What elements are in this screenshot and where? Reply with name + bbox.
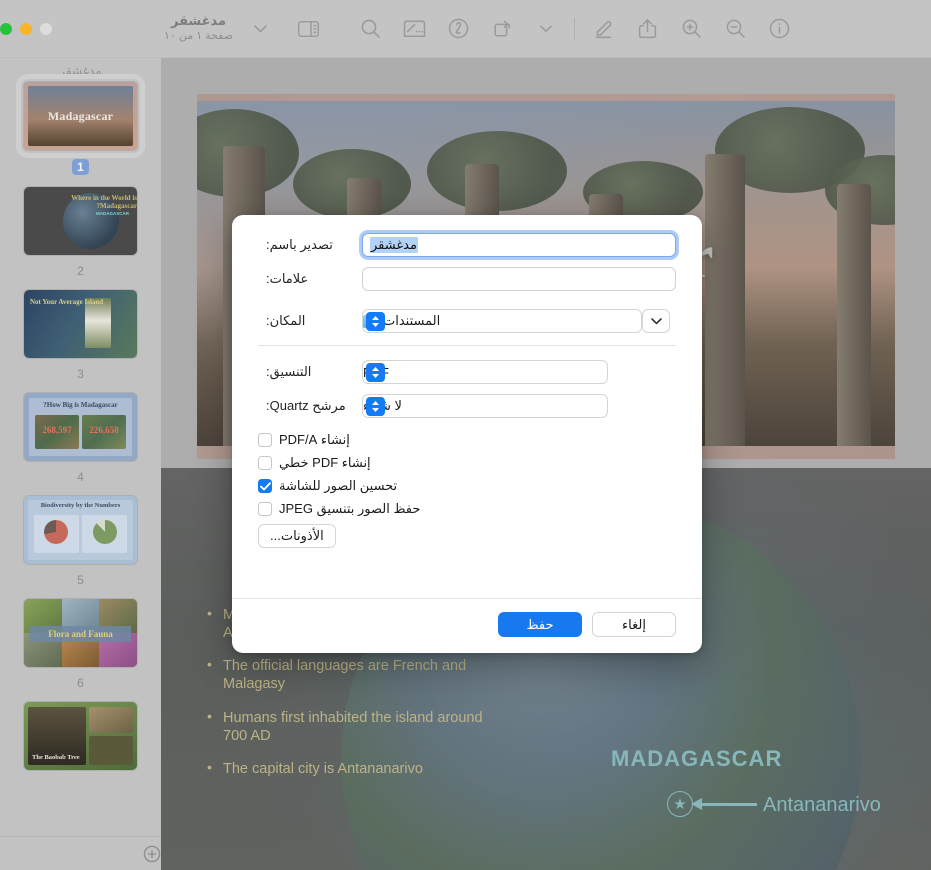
add-page-icon[interactable] — [143, 845, 161, 863]
toolbar: مدغشقر صفحة ١ من ١٠ — [0, 0, 931, 58]
thumbnail-sidebar: مدغشقر Madagascar 1 Where in the World i… — [0, 58, 161, 870]
thumbnail-number: 1 — [72, 159, 89, 175]
window-controls — [0, 0, 160, 58]
save-button[interactable]: حفظ — [498, 612, 582, 637]
thumbnail-slide-title: Madagascar — [47, 108, 114, 123]
expand-browser-button[interactable] — [642, 309, 670, 333]
zoom-in-icon[interactable] — [670, 9, 712, 49]
optimize-images-checkbox[interactable] — [258, 479, 272, 493]
export-as-row: تصدير باسم: مدغشقر — [258, 233, 676, 257]
create-pdfa-label: إنشاء PDF/A — [279, 432, 350, 447]
thumbnail-item-5[interactable]: Biodiversity by the Numbers 5 — [24, 496, 137, 587]
dialog-top-section: تصدير باسم: مدغشقر علامات: المكان: المست… — [232, 215, 702, 548]
thumbnail-preview: Where in the World is Madagascar? MADAGA… — [24, 187, 137, 255]
export-dialog: تصدير باسم: مدغشقر علامات: المكان: المست… — [232, 215, 702, 653]
dialog-footer: حفظ إلغاء — [232, 598, 702, 653]
tags-input[interactable] — [362, 267, 676, 291]
chevron-down-icon[interactable] — [525, 9, 567, 49]
annotate-icon[interactable] — [437, 9, 479, 49]
preview-window: مدغشقر صفحة ١ من ١٠ مدغشقر Madagascar 1 … — [0, 0, 931, 870]
stepper-icon — [366, 363, 385, 382]
thumbnail-slide-title: Flora and Fauna — [48, 629, 113, 639]
thumbnail-number: 5 — [77, 573, 84, 587]
document-title-block: مدغشقر صفحة ١ من ١٠ — [164, 13, 234, 43]
zoom-out-icon[interactable] — [714, 9, 756, 49]
export-as-input[interactable]: مدغشقر — [362, 233, 676, 257]
export-as-label: تصدير باسم: — [266, 237, 333, 252]
thumbnail-slide-title: Biodiversity by the Numbers — [40, 502, 121, 509]
create-linear-pdf-row: إنشاء PDF خطي — [258, 455, 676, 471]
save-jpeg-checkbox[interactable] — [258, 502, 272, 516]
quartz-filter-popup-button[interactable]: لا شيء — [362, 394, 608, 418]
dialog-divider-top — [258, 345, 676, 346]
info-icon[interactable] — [758, 9, 800, 49]
format-row: التنسيق: PDF — [258, 360, 676, 384]
thumbnail-preview: Biodiversity by the Numbers — [24, 496, 137, 564]
cancel-button[interactable]: إلغاء — [592, 612, 676, 637]
format-popup-button[interactable]: PDF — [362, 360, 608, 384]
thumbnail-number: 3 — [77, 367, 84, 381]
toolbar-divider — [574, 17, 576, 40]
thumbnail-preview: Flora and Fauna — [24, 599, 137, 667]
stepper-icon — [366, 397, 385, 416]
page-indicator: صفحة ١ من ١٠ — [164, 30, 234, 43]
traffic-lights — [0, 22, 52, 35]
thumbnail-item-2[interactable]: Where in the World is Madagascar? MADAGA… — [24, 187, 137, 278]
thumbnail-list: Madagascar 1 Where in the World is Madag… — [0, 74, 161, 788]
tags-row: علامات: — [258, 267, 676, 291]
quartz-filter-label: مرشح Quartz: — [266, 398, 346, 413]
thumbnail-item-6[interactable]: Flora and Fauna 6 — [24, 599, 137, 690]
thumbnail-item-7[interactable]: The Baobab Tree — [24, 702, 137, 770]
thumbnail-preview: Madagascar — [16, 74, 145, 158]
optimize-images-row: تحسين الصور للشاشة — [258, 478, 676, 494]
rotate-icon[interactable] — [481, 9, 523, 49]
quartz-filter-row: مرشح Quartz: لا شيء — [258, 394, 676, 418]
document-title-area: مدغشقر صفحة ١ من ١٠ — [160, 0, 339, 58]
highlight-pen-icon[interactable] — [582, 9, 624, 49]
thumbnail-slide-title: Where in the World is Madagascar? — [71, 194, 137, 211]
share-icon[interactable] — [626, 9, 668, 49]
close-window-button[interactable] — [0, 22, 12, 35]
view-chevron-down-icon[interactable] — [239, 9, 281, 49]
thumbnail-slide-title: The Baobab Tree — [32, 754, 80, 761]
search-icon[interactable] — [349, 9, 391, 49]
create-pdfa-row: إنشاء PDF/A — [258, 432, 676, 448]
markup-toolbar-icon[interactable] — [393, 9, 435, 49]
optimize-images-label: تحسين الصور للشاشة — [279, 478, 398, 493]
thumbnail-slide-title: How Big is Madagascar? — [43, 401, 118, 409]
stepper-icon — [366, 312, 385, 331]
location-popup-button[interactable]: المستندات — [362, 309, 642, 333]
thumbnail-item-3[interactable]: Not Your Average Island 3 — [24, 290, 137, 381]
page-title: مدغشقر — [170, 13, 227, 29]
minimize-window-button[interactable] — [20, 22, 32, 35]
create-linear-pdf-label: إنشاء PDF خطي — [279, 455, 371, 470]
thumbnail-slide-title: Not Your Average Island — [30, 298, 104, 306]
tags-label: علامات: — [266, 271, 309, 286]
save-jpeg-row: حفظ الصور بتنسيق JPEG — [258, 501, 676, 517]
thumbnail-preview: The Baobab Tree — [24, 702, 137, 770]
location-row: المكان: المستندات — [258, 309, 676, 333]
sidebar-footer — [0, 836, 161, 870]
location-value: المستندات — [383, 313, 441, 328]
thumbnail-number: 2 — [77, 264, 84, 278]
format-label: التنسيق: — [266, 364, 312, 379]
permissions-row: الأذونات... — [258, 524, 676, 548]
create-pdfa-checkbox[interactable] — [258, 433, 272, 447]
sidebar-toggle-icon[interactable] — [287, 9, 329, 49]
thumbnail-number: 4 — [77, 470, 84, 484]
zoom-window-button[interactable] — [40, 22, 52, 35]
create-linear-pdf-checkbox[interactable] — [258, 456, 272, 470]
location-label: المكان: — [266, 313, 306, 328]
save-jpeg-label: حفظ الصور بتنسيق JPEG — [279, 501, 421, 516]
thumbnail-preview: Not Your Average Island — [24, 290, 137, 358]
thumbnail-number: 6 — [77, 676, 84, 690]
sidebar-title: مدغشقر — [59, 64, 102, 78]
thumbnail-item-4[interactable]: How Big is Madagascar? 268,597 226,658 4 — [24, 393, 137, 484]
export-as-value: مدغشقر — [370, 237, 418, 253]
permissions-button[interactable]: الأذونات... — [258, 524, 336, 548]
thumbnail-preview: How Big is Madagascar? 268,597 226,658 — [24, 393, 137, 461]
toolbar-tools — [339, 0, 931, 58]
thumbnail-item-1[interactable]: Madagascar 1 — [16, 74, 145, 175]
